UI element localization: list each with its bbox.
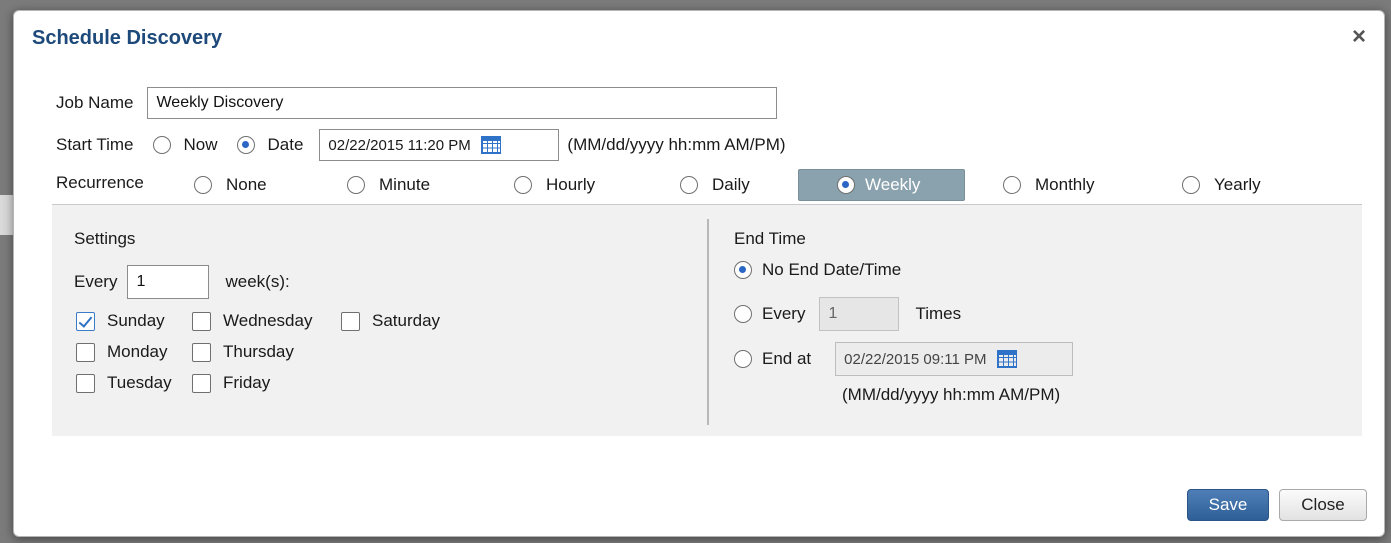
start-time-row: Start Time Now Date 02/22/2015 11:20 PM … (56, 129, 786, 161)
calendar-icon[interactable] (996, 350, 1017, 368)
save-button[interactable]: Save (1187, 489, 1269, 521)
start-now-radio[interactable] (153, 136, 172, 154)
recurrence-minute[interactable]: Minute (347, 175, 430, 195)
end-at-option[interactable]: End at 02/22/2015 09:11 PM (734, 342, 1074, 376)
recurrence-yearly-radio[interactable] (1182, 176, 1200, 194)
day-tuesday[interactable]: Tuesday (76, 373, 172, 393)
start-date-value: 02/22/2015 11:20 PM (328, 136, 471, 154)
recurrence-row: Recurrence (56, 173, 144, 193)
schedule-discovery-dialog: Schedule Discovery × Job Name Start Time… (13, 10, 1385, 537)
end-every-option[interactable]: Every Times (734, 297, 961, 331)
weeks-unit-label: week(s): (225, 272, 290, 291)
start-date-label: Date (267, 135, 304, 154)
start-time-label: Start Time (56, 135, 134, 154)
monday-checkbox[interactable] (76, 342, 95, 362)
saturday-label: Saturday (372, 311, 441, 330)
job-name-input[interactable] (147, 87, 778, 119)
tuesday-label: Tuesday (107, 373, 172, 392)
recurrence-yearly-label: Yearly (1214, 175, 1261, 194)
recurrence-monthly-label: Monthly (1035, 175, 1095, 194)
sunday-label: Sunday (107, 311, 165, 330)
start-date-field[interactable]: 02/22/2015 11:20 PM (319, 129, 560, 161)
end-no-end-radio[interactable] (734, 261, 752, 279)
end-at-label: End at (762, 349, 812, 368)
sunday-checkbox[interactable] (76, 311, 95, 331)
end-no-end-label: No End Date/Time (762, 260, 902, 279)
friday-label: Friday (223, 373, 271, 392)
end-every-times-input[interactable] (819, 297, 900, 331)
end-at-date-field[interactable]: 02/22/2015 09:11 PM (835, 342, 1074, 376)
thursday-checkbox[interactable] (192, 342, 211, 362)
start-date-format-hint: (MM/dd/yyyy hh:mm AM/PM) (567, 135, 786, 154)
day-friday[interactable]: Friday (192, 373, 270, 393)
recurrence-minute-radio[interactable] (347, 176, 365, 194)
day-wednesday[interactable]: Wednesday (192, 311, 312, 331)
end-time-heading: End Time (734, 229, 806, 248)
recurrence-none[interactable]: None (194, 175, 267, 195)
recurrence-monthly-radio[interactable] (1003, 176, 1021, 194)
wednesday-label: Wednesday (223, 311, 313, 330)
recurrence-yearly[interactable]: Yearly (1182, 175, 1261, 195)
end-at-radio[interactable] (734, 350, 752, 368)
start-date-radio[interactable] (237, 136, 256, 154)
end-every-label: Every (762, 304, 806, 323)
recurrence-hourly-radio[interactable] (514, 176, 532, 194)
day-sunday[interactable]: Sunday (76, 311, 165, 331)
job-name-label: Job Name (56, 93, 134, 112)
close-icon[interactable]: × (1352, 25, 1366, 49)
recurrence-daily-label: Daily (712, 175, 750, 194)
recurrence-daily[interactable]: Daily (680, 175, 750, 195)
day-saturday[interactable]: Saturday (341, 311, 440, 331)
end-every-radio[interactable] (734, 305, 752, 323)
backdrop-strip (0, 195, 14, 235)
end-at-format-hint: (MM/dd/yyyy hh:mm AM/PM) (842, 385, 1061, 404)
recurrence-none-radio[interactable] (194, 176, 212, 194)
recurrence-hourly[interactable]: Hourly (514, 175, 595, 195)
every-label: Every (74, 272, 118, 291)
recurrence-minute-label: Minute (379, 175, 431, 194)
dialog-title: Schedule Discovery (32, 27, 223, 49)
close-button[interactable]: Close (1279, 489, 1367, 521)
every-weeks-row: Every week(s): (74, 265, 290, 299)
recurrence-weekly-radio[interactable] (837, 176, 855, 194)
every-weeks-input[interactable] (127, 265, 210, 299)
saturday-checkbox[interactable] (341, 311, 360, 331)
recurrence-label: Recurrence (56, 173, 144, 192)
job-name-row: Job Name (56, 87, 778, 119)
thursday-label: Thursday (223, 342, 294, 361)
recurrence-weekly[interactable]: Weekly (798, 169, 965, 201)
recurrence-settings-panel: Settings Every week(s): Sunday Wednesday… (52, 204, 1362, 436)
recurrence-daily-radio[interactable] (680, 176, 698, 194)
settings-heading: Settings (74, 229, 136, 248)
calendar-icon[interactable] (480, 136, 501, 154)
end-times-label: Times (915, 304, 962, 323)
day-thursday[interactable]: Thursday (192, 342, 294, 362)
wednesday-checkbox[interactable] (192, 311, 211, 331)
day-monday[interactable]: Monday (76, 342, 167, 362)
recurrence-none-label: None (226, 175, 267, 194)
end-at-date-value: 02/22/2015 09:11 PM (844, 350, 987, 368)
friday-checkbox[interactable] (192, 373, 211, 393)
monday-label: Monday (107, 342, 168, 361)
recurrence-hourly-label: Hourly (546, 175, 596, 194)
tuesday-checkbox[interactable] (76, 373, 95, 393)
start-now-label: Now (183, 135, 218, 154)
end-no-end-option[interactable]: No End Date/Time (734, 260, 901, 280)
recurrence-weekly-label: Weekly (865, 175, 921, 194)
recurrence-monthly[interactable]: Monthly (1003, 175, 1095, 195)
panel-divider (707, 219, 709, 425)
